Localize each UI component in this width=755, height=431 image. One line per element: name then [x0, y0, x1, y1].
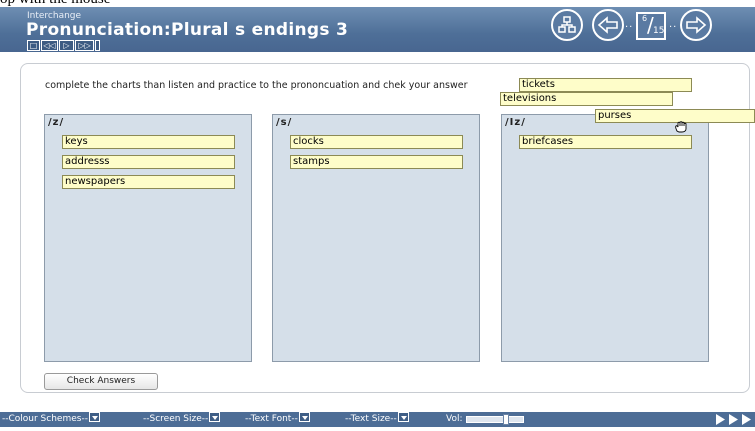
word-tile-stamps[interactable]: stamps [290, 155, 463, 169]
sitemap-button[interactable] [551, 9, 583, 41]
colour-schemes-label: --Colour Schemes-- [2, 414, 88, 424]
column-iz[interactable]: /Iz/ briefcases [501, 114, 709, 362]
volume-slider-thumb[interactable] [503, 414, 509, 425]
dots-divider: ·· [669, 22, 678, 33]
column-heading-iz: /Iz/ [505, 117, 526, 128]
bottom-toolbar: --Colour Schemes-- --Screen Size-- --Tex… [0, 412, 755, 427]
column-z[interactable]: /z/ keys addresss newspapers [44, 114, 252, 362]
back-arrow-icon [597, 16, 618, 34]
rewind-button[interactable]: ◁◁ [41, 40, 58, 51]
next-button[interactable] [680, 9, 712, 41]
word-tile-newspapers[interactable]: newspapers [62, 175, 235, 189]
word-tile-keys[interactable]: keys [62, 135, 235, 149]
text-size-label: --Text Size-- [345, 414, 397, 424]
page-total: 15 [653, 26, 665, 36]
word-tile-clocks[interactable]: clocks [290, 135, 463, 149]
page-counter: 6 / 15 [636, 12, 666, 40]
hand-cursor-icon [674, 118, 688, 137]
text-font-control[interactable]: --Text Font-- [245, 412, 310, 427]
stop-button[interactable]: □ [27, 40, 40, 51]
column-heading-s: /s/ [276, 117, 293, 128]
column-heading-z: /z/ [48, 117, 65, 128]
volume-slider[interactable] [466, 414, 524, 425]
play-button[interactable]: ▷ [59, 40, 74, 51]
dots-divider: ·· [625, 22, 634, 33]
screen-size-control[interactable]: --Screen Size-- [143, 412, 221, 427]
back-button[interactable] [592, 9, 624, 41]
text-size-control[interactable]: --Text Size-- [345, 412, 409, 427]
dropdown-arrow-icon[interactable] [298, 412, 310, 422]
play-arrows-icon[interactable] [716, 414, 754, 431]
next-arrow-icon [686, 16, 707, 34]
volume-label: Vol: [446, 414, 463, 424]
media-mini-controls: □ ◁◁ ▷ ▷▷ [27, 40, 100, 51]
word-tile-addresss[interactable]: addresss [62, 155, 235, 169]
instructions-text: complete the charts than listen and prac… [45, 80, 468, 91]
sitemap-icon [558, 16, 576, 33]
dropdown-arrow-icon[interactable] [397, 412, 409, 422]
word-tile-briefcases[interactable]: briefcases [519, 135, 692, 149]
text-font-label: --Text Font-- [245, 414, 298, 424]
screen-size-label: --Screen Size-- [143, 414, 209, 424]
title-bar: Interchange Pronunciation:Plural s endin… [0, 7, 755, 52]
column-s[interactable]: /s/ clocks stamps [272, 114, 480, 362]
word-tile-tickets[interactable]: tickets [519, 78, 692, 92]
colour-schemes-control[interactable]: --Colour Schemes-- [2, 412, 100, 427]
fast-forward-button[interactable]: ▷▷ [75, 40, 94, 51]
dropdown-arrow-icon[interactable] [209, 412, 221, 422]
check-answers-button[interactable]: Check Answers [44, 373, 158, 390]
dropdown-arrow-icon[interactable] [88, 412, 100, 422]
word-tile-televisions[interactable]: televisions [500, 92, 673, 106]
end-button[interactable] [95, 40, 100, 51]
page-title: Pronunciation:Plural s endings 3 [26, 20, 349, 40]
